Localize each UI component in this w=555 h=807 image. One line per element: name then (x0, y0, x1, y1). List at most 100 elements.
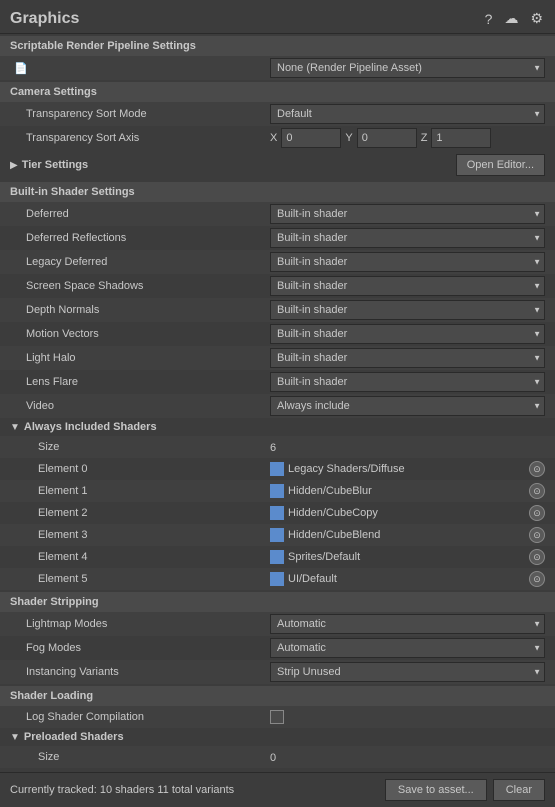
element-5-circle-btn[interactable]: ⊙ (529, 571, 545, 587)
z-input[interactable] (431, 128, 491, 148)
log-shader-value (270, 710, 545, 724)
lens-flare-dropdown[interactable]: Built-in shader (270, 372, 545, 392)
log-shader-row: Log Shader Compilation (0, 706, 555, 728)
deferred-reflections-row: Deferred Reflections Built-in shader (0, 226, 555, 250)
light-halo-label: Light Halo (10, 352, 270, 364)
transparency-sort-mode-select-wrapper: Default (270, 104, 545, 124)
deferred-value: Built-in shader (270, 204, 545, 224)
axis-row: X Y Z (270, 128, 545, 148)
shader-icon-3 (270, 528, 284, 542)
fog-modes-dropdown[interactable]: Automatic (270, 638, 545, 658)
transparency-sort-mode-value: Default (270, 104, 545, 124)
light-halo-dropdown[interactable]: Built-in shader (270, 348, 545, 368)
video-value: Always include (270, 396, 545, 416)
x-label: X (270, 132, 277, 144)
screen-space-shadows-value: Built-in shader (270, 276, 545, 296)
lightmap-modes-dropdown[interactable]: Automatic (270, 614, 545, 634)
light-halo-value: Built-in shader (270, 348, 545, 368)
element-5-text: UI/Default (288, 573, 525, 585)
instancing-variants-dropdown[interactable]: Strip Unused (270, 662, 545, 682)
screen-space-shadows-dropdown[interactable]: Built-in shader (270, 276, 545, 296)
element-2-circle-btn[interactable]: ⊙ (529, 505, 545, 521)
depth-normals-value: Built-in shader (270, 300, 545, 320)
lens-flare-value: Built-in shader (270, 372, 545, 392)
preloaded-shaders-header[interactable]: ▼ Preloaded Shaders (0, 728, 555, 746)
shader-icon-0 (270, 462, 284, 476)
element-0-circle-btn[interactable]: ⊙ (529, 461, 545, 477)
deferred-dropdown[interactable]: Built-in shader (270, 204, 545, 224)
element-1-label: Element 1 (10, 485, 270, 497)
preloaded-shaders-triangle: ▼ (10, 732, 20, 743)
transparency-sort-mode-label: Transparency Sort Mode (10, 108, 270, 120)
fog-modes-row: Fog Modes Automatic (0, 636, 555, 660)
depth-normals-dropdown[interactable]: Built-in shader (270, 300, 545, 320)
scriptable-render-value: None (Render Pipeline Asset) (270, 58, 545, 78)
preloaded-shaders-size-value: 0 (270, 750, 545, 764)
transparency-sort-axis-row: Transparency Sort Axis X Y Z (0, 126, 555, 150)
shader-stripping-section: Shader Stripping (0, 592, 555, 612)
motion-vectors-row: Motion Vectors Built-in shader (0, 322, 555, 346)
tier-settings-row: ▶ Tier Settings Open Editor... (0, 150, 555, 180)
transparency-sort-mode-row: Transparency Sort Mode Default (0, 102, 555, 126)
transparency-sort-mode-dropdown[interactable]: Default (270, 104, 545, 124)
element-1-row: Element 1 Hidden/CubeBlur ⊙ (0, 480, 555, 502)
lens-flare-label: Lens Flare (10, 376, 270, 388)
log-shader-checkbox[interactable] (270, 710, 284, 724)
header: Graphics ? ☁ ⚙ (0, 0, 555, 34)
element-2-label: Element 2 (10, 507, 270, 519)
open-editor-button[interactable]: Open Editor... (456, 154, 545, 176)
legacy-deferred-row: Legacy Deferred Built-in shader (0, 250, 555, 274)
shader-icon-2 (270, 506, 284, 520)
deferred-label: Deferred (10, 208, 270, 220)
scriptable-render-select-wrapper: None (Render Pipeline Asset) (270, 58, 545, 78)
gear-icon[interactable]: ⚙ (528, 8, 545, 29)
element-1-circle-btn[interactable]: ⊙ (529, 483, 545, 499)
deferred-reflections-label: Deferred Reflections (10, 232, 270, 244)
save-to-asset-button[interactable]: Save to asset... (385, 779, 487, 801)
help-icon[interactable]: ? (483, 9, 495, 29)
preloaded-shaders-size-label: Size (10, 751, 270, 763)
tier-settings-label: Tier Settings (22, 159, 88, 171)
header-icons: ? ☁ ⚙ (483, 8, 545, 29)
depth-normals-label: Depth Normals (10, 304, 270, 316)
preloaded-shaders-label: Preloaded Shaders (24, 731, 124, 743)
screen-space-shadows-label: Screen Space Shadows (10, 280, 270, 292)
legacy-deferred-dropdown[interactable]: Built-in shader (270, 252, 545, 272)
y-input[interactable] (357, 128, 417, 148)
y-label: Y (345, 132, 352, 144)
deferred-row: Deferred Built-in shader (0, 202, 555, 226)
z-label: Z (421, 132, 428, 144)
preloaded-shaders-size-number: 0 (270, 752, 276, 764)
scriptable-render-section: Scriptable Render Pipeline Settings (0, 36, 555, 56)
element-0-label: Element 0 (10, 463, 270, 475)
element-3-row: Element 3 Hidden/CubeBlend ⊙ (0, 524, 555, 546)
instancing-variants-label: Instancing Variants (10, 666, 270, 678)
deferred-reflections-dropdown[interactable]: Built-in shader (270, 228, 545, 248)
scriptable-render-dropdown[interactable]: None (Render Pipeline Asset) (270, 58, 545, 78)
element-2-row: Element 2 Hidden/CubeCopy ⊙ (0, 502, 555, 524)
element-0-row: Element 0 Legacy Shaders/Diffuse ⊙ (0, 458, 555, 480)
always-included-size-row: Size 6 (0, 436, 555, 458)
log-shader-label: Log Shader Compilation (10, 711, 270, 723)
video-label: Video (10, 400, 270, 412)
builtin-shader-section: Built-in Shader Settings (0, 182, 555, 202)
always-included-triangle: ▼ (10, 422, 20, 433)
video-dropdown[interactable]: Always include (270, 396, 545, 416)
shader-loading-section: Shader Loading (0, 686, 555, 706)
element-5-label: Element 5 (10, 573, 270, 585)
element-3-circle-btn[interactable]: ⊙ (529, 527, 545, 543)
shader-icon-4 (270, 550, 284, 564)
cloud-icon[interactable]: ☁ (502, 8, 520, 29)
shader-icon-1 (270, 484, 284, 498)
always-included-size-number: 6 (270, 442, 276, 454)
tier-settings-toggle[interactable]: ▶ Tier Settings (10, 159, 456, 171)
element-4-label: Element 4 (10, 551, 270, 563)
tracked-text: Currently tracked: 10 shaders 11 total v… (10, 784, 234, 796)
transparency-sort-axis-label: Transparency Sort Axis (10, 132, 270, 144)
clear-button[interactable]: Clear (493, 779, 545, 801)
element-4-circle-btn[interactable]: ⊙ (529, 549, 545, 565)
always-included-header[interactable]: ▼ Always Included Shaders (0, 418, 555, 436)
element-3-label: Element 3 (10, 529, 270, 541)
x-input[interactable] (281, 128, 341, 148)
motion-vectors-dropdown[interactable]: Built-in shader (270, 324, 545, 344)
